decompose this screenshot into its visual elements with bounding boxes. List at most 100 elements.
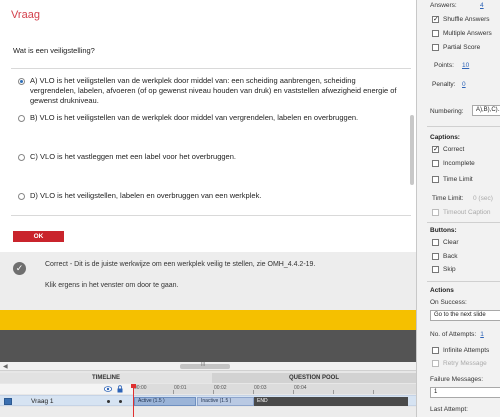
answer-a-label: A) <box>30 76 38 85</box>
time-tick: 00:02 <box>214 385 227 391</box>
answer-c-label: C) <box>30 152 38 161</box>
timeline-end-marker: END <box>254 397 408 406</box>
slide-title: Vraag <box>11 9 40 21</box>
answers-list: A) VLO is het veiligstellen van de werkp… <box>11 68 411 216</box>
on-success-label: On Success: <box>430 299 467 306</box>
layer-slide-icon <box>4 398 12 405</box>
scroll-grip: III <box>201 362 206 368</box>
points-value[interactable]: 10 <box>462 62 469 69</box>
retry-message-label: Retry Message <box>443 360 487 367</box>
button-clear-checkbox[interactable]: Clear <box>432 239 459 246</box>
feedback-caption: ✓ Correct - Dit is de juiste werkwijze o… <box>0 252 416 310</box>
radio-selected-icon[interactable] <box>18 78 25 85</box>
tab-timeline[interactable]: TIMELINE <box>0 373 212 383</box>
quiz-slide-canvas: Vraag Wat is een veiligstelling? A) VLO … <box>0 0 416 362</box>
time-tick: 00:04 <box>294 385 307 391</box>
penalty-label: Penalty: <box>432 81 456 88</box>
layer-name[interactable]: Vraag 1 <box>31 398 54 405</box>
radio-icon[interactable] <box>18 115 25 122</box>
answer-d[interactable]: D) VLO is het veiligstellen, labelen en … <box>18 191 403 201</box>
timeline-layer-row[interactable]: Vraag 1 Active (1.5 ) Inactive (1.5 ) EN… <box>0 395 416 406</box>
checkbox-checked-icon[interactable] <box>432 145 439 153</box>
checkbox-icon[interactable] <box>432 209 439 216</box>
answer-b-text: VLO is het veiligstellen van de werkplek… <box>39 113 359 122</box>
ruler-tick-mark <box>173 390 174 394</box>
checkbox-icon[interactable] <box>432 44 439 51</box>
multiple-answers-checkbox[interactable]: Multiple Answers <box>432 30 492 37</box>
playhead-line[interactable] <box>133 384 134 417</box>
answer-a[interactable]: A) VLO is het veiligstellen van de werkp… <box>18 76 403 106</box>
scroll-left-arrow-icon[interactable]: ◀ <box>3 363 8 370</box>
divider <box>427 126 500 127</box>
tab-question-pool[interactable]: QUESTION POOL <box>212 373 416 383</box>
checkbox-checked-icon[interactable] <box>432 15 439 23</box>
lock-dot[interactable] <box>119 400 122 403</box>
timeline-bar-inactive[interactable]: Inactive (1.5 ) <box>197 397 254 406</box>
ruler-tick-mark <box>213 390 214 394</box>
button-skip-checkbox[interactable]: Skip <box>432 266 456 273</box>
answer-a-text: VLO is het veiligstellen van de werkplek… <box>30 76 397 105</box>
scrollbar-thumb[interactable] <box>410 115 414 185</box>
timeline-footer <box>0 407 416 417</box>
infinite-attempts-checkbox[interactable]: Infinite Attempts <box>432 347 489 354</box>
caption-incomplete-checkbox[interactable]: Incomplete <box>432 160 475 167</box>
shuffle-answers-checkbox[interactable]: Shuffle Answers <box>432 15 490 23</box>
attempts-value[interactable]: 1 <box>480 331 484 338</box>
checkbox-icon[interactable] <box>432 266 439 273</box>
answer-d-text: VLO is het veiligstellen, labelen en ove… <box>40 191 262 200</box>
penalty-value[interactable]: 0 <box>462 81 466 88</box>
question-text: Wat is een veiligstelling? <box>13 46 95 55</box>
slide-vertical-scrollbar[interactable] <box>408 100 416 210</box>
button-back-checkbox[interactable]: Back <box>432 253 457 260</box>
partial-score-checkbox[interactable]: Partial Score <box>432 44 480 51</box>
caption-correct-checkbox[interactable]: Correct <box>432 145 465 153</box>
slide-footer-bar <box>0 330 416 362</box>
ruler-tick-mark <box>293 390 294 394</box>
checkbox-icon[interactable] <box>432 347 439 354</box>
answer-b[interactable]: B) VLO is het veiligstellen van de werkp… <box>18 113 403 123</box>
caption-timelimit-checkbox[interactable]: Time Limit <box>432 176 473 183</box>
answer-b-label: B) <box>30 113 38 122</box>
radio-icon[interactable] <box>18 193 25 200</box>
checkbox-icon[interactable] <box>432 176 439 183</box>
timeline-header: 00:00 00:01 00:02 00:03 00:04 <box>0 384 416 394</box>
answers-count[interactable]: 4 <box>480 2 484 9</box>
checkbox-icon[interactable] <box>432 360 439 367</box>
horizontal-scrollbar[interactable]: ◀ III <box>0 362 416 371</box>
timeline-panel: ◀ III TIMELINE QUESTION POOL 00:00 00:01… <box>0 362 416 417</box>
answer-d-label: D) <box>30 191 38 200</box>
numbering-label: Numbering: <box>430 108 464 115</box>
retry-message-checkbox[interactable]: Retry Message <box>432 360 487 367</box>
radio-icon[interactable] <box>18 154 25 161</box>
checkbox-icon[interactable] <box>432 160 439 167</box>
panel-tabs: TIMELINE QUESTION POOL <box>0 373 416 383</box>
properties-panel: Answers: 4 Shuffle Answers Multiple Answ… <box>416 0 500 417</box>
ok-button[interactable]: OK <box>13 231 64 242</box>
captions-heading: Captions: <box>430 134 460 141</box>
on-success-select[interactable]: Go to the next slide <box>430 310 500 321</box>
infinite-attempts-label: Infinite Attempts <box>443 347 490 354</box>
timeout-caption-label: Timeout Caption <box>443 209 491 216</box>
eye-icon[interactable] <box>104 386 112 392</box>
timelimit-value[interactable]: 0 (sec) <box>473 195 493 202</box>
failure-messages-select[interactable]: 1 <box>430 387 500 398</box>
checkbox-icon[interactable] <box>432 253 439 260</box>
timeline-bar-active[interactable]: Active (1.5 ) <box>134 397 196 406</box>
lock-icon[interactable] <box>117 385 123 393</box>
checkbox-icon[interactable] <box>432 239 439 246</box>
failure-messages-label: Failure Messages: <box>430 376 484 383</box>
ruler-tick-mark <box>333 390 334 394</box>
caption-correct-label: Correct <box>443 146 465 153</box>
button-skip-label: Skip <box>443 266 456 273</box>
time-ruler[interactable]: 00:00 00:01 00:02 00:03 00:04 <box>133 384 416 394</box>
button-back-label: Back <box>443 253 458 260</box>
buttons-heading: Buttons: <box>430 227 457 234</box>
time-tick: 00:01 <box>174 385 187 391</box>
numbering-select[interactable]: A),B),C)... <box>472 105 500 116</box>
answer-c[interactable]: C) VLO is het vastleggen met een label v… <box>18 152 403 162</box>
checkbox-icon[interactable] <box>432 30 439 37</box>
feedback-continue-text: Klik ergens in het venster om door te ga… <box>45 282 179 289</box>
time-tick: 00:03 <box>254 385 267 391</box>
visibility-dot[interactable] <box>107 400 110 403</box>
timeout-caption-checkbox[interactable]: Timeout Caption <box>432 209 490 216</box>
